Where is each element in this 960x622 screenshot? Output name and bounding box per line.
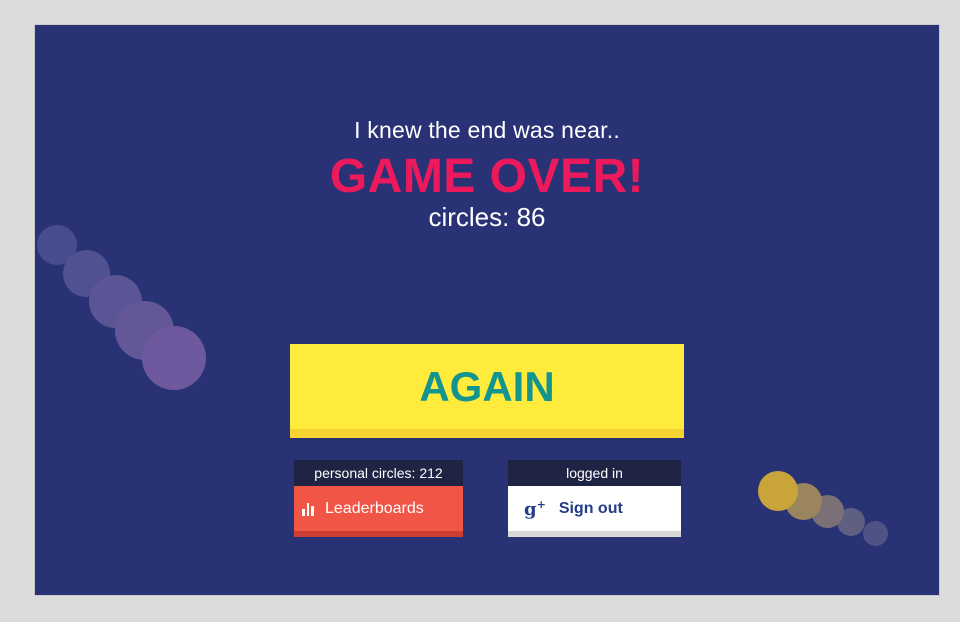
- sign-out-button-label: Sign out: [558, 499, 623, 517]
- leaderboard-card: personal circles: 212 Leaderboards: [294, 460, 463, 537]
- game-over-title: GAME OVER!: [329, 150, 645, 203]
- trail-circle: [863, 521, 888, 546]
- leaderboards-button-label: Leaderboards: [325, 499, 424, 517]
- game-over-subtitle: I knew the end was near..: [354, 117, 620, 143]
- bar-chart-icon: [302, 502, 315, 516]
- login-status-header: logged in: [508, 460, 681, 486]
- leaderboards-button[interactable]: Leaderboards: [294, 486, 463, 537]
- score-text: circles: 86: [428, 202, 546, 232]
- account-card: logged in g+ Sign out: [508, 460, 681, 537]
- personal-score-header: personal circles: 212: [294, 460, 463, 486]
- game-screen: I knew the end was near.. GAME OVER! cir…: [35, 25, 939, 595]
- player-circle: [142, 326, 206, 390]
- google-plus-icon: g+: [524, 497, 546, 520]
- sign-out-button[interactable]: g+ Sign out: [508, 486, 681, 537]
- enemy-circle: [758, 471, 798, 511]
- again-button[interactable]: AGAIN: [290, 344, 684, 438]
